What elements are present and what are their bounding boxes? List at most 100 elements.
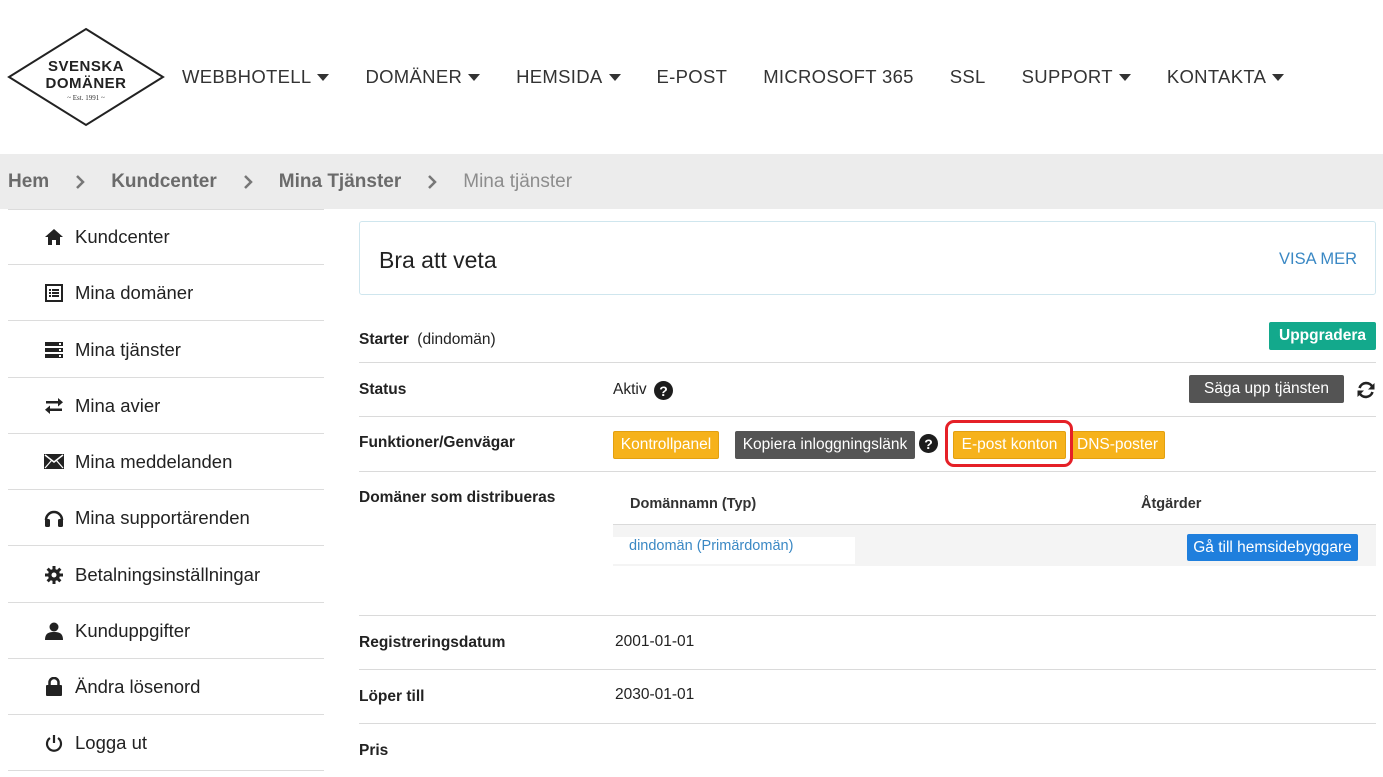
sidebar-item-logga-ut[interactable]: Logga ut: [8, 715, 324, 771]
server-icon: [43, 340, 65, 360]
list-icon: [43, 283, 65, 303]
service-domain: (dindomän): [417, 331, 496, 348]
lock-icon: [43, 677, 65, 697]
service-name-text: Starter: [359, 331, 409, 348]
sidebar-item-label: Mina domäner: [75, 281, 194, 303]
sidebar-item-mina-domaner[interactable]: Mina domäner: [8, 265, 324, 321]
expires-label: Löper till: [359, 688, 425, 705]
row-divider: [359, 362, 1376, 363]
user-icon: [43, 621, 65, 641]
dns-records-button[interactable]: DNS-poster: [1070, 431, 1165, 459]
caret-down-icon: [608, 73, 621, 81]
transfer-icon: [43, 396, 65, 416]
price-label: Pris: [359, 742, 389, 759]
email-accounts-button[interactable]: E-post konton: [953, 431, 1066, 459]
service-name: Starter (dindomän): [359, 331, 496, 349]
upgrade-button[interactable]: Uppgradera: [1269, 322, 1376, 350]
nav-label: KONTAKTA: [1166, 66, 1267, 87]
refresh-icon[interactable]: [1356, 380, 1376, 400]
column-header-domain-name: Domännamn (Typ): [630, 496, 757, 512]
sidebar-item-mina-avier[interactable]: Mina avier: [8, 378, 324, 434]
nav-support[interactable]: SUPPORT: [1022, 64, 1131, 90]
gear-icon: [43, 565, 65, 585]
sidebar-item-label: Betalningsinställningar: [75, 563, 261, 585]
logo-line-1: SVENSKA: [47, 58, 125, 75]
nav-microsoft-365[interactable]: MICROSOFT 365: [763, 64, 914, 90]
nav-ssl[interactable]: SSL: [950, 64, 986, 90]
sidebar-item-label: Mina avier: [75, 394, 161, 416]
nav-label: MICROSOFT 365: [763, 66, 914, 87]
sidebar-item-label: Mina meddelanden: [75, 450, 233, 472]
nav-label: HEMSIDA: [516, 66, 603, 87]
website-builder-button[interactable]: Gå till hemsidebyggare: [1187, 534, 1358, 561]
nav-label: SSL: [949, 66, 986, 87]
sidebar-item-mina-meddelanden[interactable]: Mina meddelanden: [8, 434, 324, 490]
nav-label: DOMÄNER: [365, 66, 463, 87]
sidebar: Kundcenter Mina domäner Mina tjänster Mi…: [8, 209, 324, 777]
home-icon: [43, 227, 65, 247]
site-header: SVENSKA DOMÄNER ~ Est. 1991 ~ WEBBHOTELL…: [0, 0, 1383, 154]
nav-label: SUPPORT: [1021, 66, 1113, 87]
sidebar-item-label: Logga ut: [75, 731, 148, 753]
row-divider: [359, 416, 1376, 417]
caret-down-icon: [1272, 73, 1285, 81]
registered-value: 2001-01-01: [615, 633, 695, 650]
cancel-service-button[interactable]: Säga upp tjänsten: [1189, 375, 1344, 403]
caret-down-icon: [317, 73, 330, 81]
breadcrumb-current: Mina tjänster: [463, 170, 573, 192]
control-panel-button[interactable]: Kontrollpanel: [613, 431, 719, 459]
domains-label: Domäner som distribueras: [359, 489, 556, 506]
info-box: Bra att veta VISA MER: [359, 221, 1376, 295]
help-icon[interactable]: ?: [919, 434, 938, 453]
sidebar-item-label: Ändra lösenord: [75, 675, 201, 697]
row-divider: [359, 471, 1376, 472]
svenska-domaner-logo[interactable]: SVENSKA DOMÄNER ~ Est. 1991 ~: [7, 27, 165, 127]
nav-domaner[interactable]: DOMÄNER: [365, 64, 481, 90]
breadcrumb-hem[interactable]: Hem: [8, 171, 49, 193]
expires-value: 2030-01-01: [615, 686, 695, 703]
sidebar-item-betalningsinstallningar[interactable]: Betalningsinställningar: [8, 547, 324, 603]
caret-down-icon: [468, 73, 481, 81]
sidebar-item-kundcenter[interactable]: Kundcenter: [8, 209, 324, 265]
breadcrumb-mina-tjanster[interactable]: Mina Tjänster: [279, 171, 401, 193]
logo-line-2: DOMÄNER: [45, 75, 127, 92]
nav-label: E-POST: [656, 66, 728, 87]
sidebar-item-andra-losenord[interactable]: Ändra lösenord: [8, 659, 324, 715]
status-value: Aktiv: [613, 381, 647, 398]
headphones-icon: [43, 508, 65, 528]
sidebar-item-mina-supportarenden[interactable]: Mina supportärenden: [8, 490, 324, 546]
caret-down-icon: [1118, 73, 1131, 81]
sidebar-item-label: Mina supportärenden: [75, 506, 250, 528]
shortcuts-label: Funktioner/Genvägar: [359, 434, 515, 451]
sidebar-item-label: Kunduppgifter: [75, 619, 191, 641]
chevron-right-icon: [426, 174, 438, 189]
chevron-right-icon: [74, 174, 86, 189]
logo-line-3: ~ Est. 1991 ~: [67, 94, 105, 102]
nav-kontakta[interactable]: KONTAKTA: [1166, 64, 1285, 90]
sidebar-item-kunduppgifter[interactable]: Kunduppgifter: [8, 603, 324, 659]
main-nav: WEBBHOTELL DOMÄNER HEMSIDA E-POST MICROS…: [182, 64, 1320, 90]
nav-webbhotell[interactable]: WEBBHOTELL: [182, 64, 330, 90]
sidebar-item-mina-tjanster[interactable]: Mina tjänster: [8, 322, 324, 378]
domain-link[interactable]: dindomän (Primärdomän): [629, 538, 793, 554]
column-header-actions: Åtgärder: [1141, 496, 1202, 512]
nav-hemsida[interactable]: HEMSIDA: [516, 64, 621, 90]
visa-mer-link[interactable]: VISA MER: [1279, 250, 1357, 269]
breadcrumb: Hem Kundcenter Mina Tjänster Mina tjänst…: [0, 154, 1383, 209]
help-icon[interactable]: ?: [654, 381, 673, 400]
breadcrumb-kundcenter[interactable]: Kundcenter: [111, 171, 217, 193]
sidebar-item-label: Mina tjänster: [75, 338, 181, 360]
chevron-right-icon: [242, 174, 254, 189]
row-divider: [359, 615, 1376, 616]
status-label: Status: [359, 381, 407, 398]
copy-login-link-button[interactable]: Kopiera inloggningslänk: [735, 431, 915, 459]
registered-label: Registreringsdatum: [359, 634, 506, 651]
row-divider: [359, 723, 1376, 724]
power-icon: [43, 733, 65, 753]
info-box-title: Bra att veta: [379, 247, 497, 273]
sidebar-item-label: Kundcenter: [75, 225, 170, 247]
nav-label: WEBBHOTELL: [182, 66, 312, 87]
nav-e-post[interactable]: E-POST: [657, 64, 728, 90]
envelope-icon: [43, 452, 65, 472]
row-divider: [359, 669, 1376, 670]
